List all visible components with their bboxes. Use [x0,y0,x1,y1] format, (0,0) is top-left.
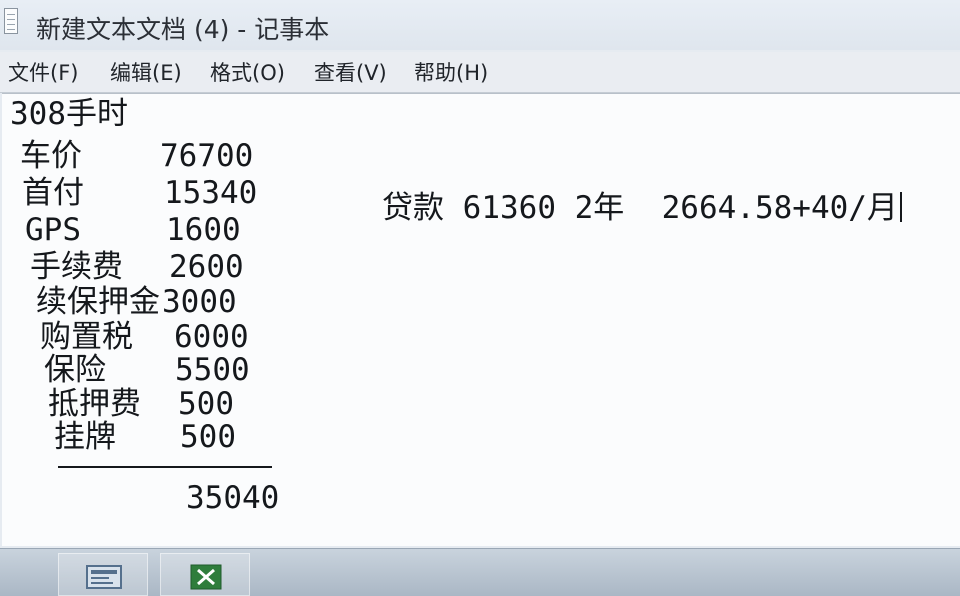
menu-format[interactable]: 格式(O) [210,57,285,87]
window-title: 新建文本文档 (4) - 记事本 [36,15,330,44]
row-plate-label: 挂牌 [54,419,116,455]
total-separator [58,466,272,468]
row-insurance-value: 5500 [175,352,250,388]
taskbar-excel-button[interactable] [160,553,250,596]
row-gps-label: GPS [25,212,81,248]
menu-file[interactable]: 文件(F) [8,57,78,87]
text-editor[interactable]: 308手时 车价 76700 首付 15340 GPS 1600 手续费 260… [2,93,960,546]
row-gps-value: 1600 [166,212,241,248]
row-plate-value: 500 [180,419,236,455]
row-mortgage-label: 抵押费 [48,386,141,422]
row-car-price-value: 76700 [160,138,254,174]
total-value: 35040 [186,480,280,516]
menu-edit[interactable]: 编辑(E) [110,57,182,87]
row-fee-value: 2600 [169,249,244,285]
text-cursor [899,192,902,222]
row-deposit-value: 3000 [162,284,237,320]
taskbar [0,548,960,596]
taskbar-notepad-button[interactable] [58,553,148,596]
row-insurance-label: 保险 [44,352,106,388]
row-car-price-label: 车价 [20,138,82,174]
menu-help[interactable]: 帮助(H) [414,57,488,87]
row-down-payment-value: 15340 [164,175,258,211]
excel-icon [190,564,222,590]
row-deposit-label: 续保押金 [36,284,160,320]
row-tax-value: 6000 [174,319,249,355]
title-bar[interactable]: 新建文本文档 (4) - 记事本 [0,0,960,50]
loan-note: 贷款 61360 2年 2664.58+40/月 [382,192,902,224]
row-mortgage-value: 500 [178,386,234,422]
notepad-window: 新建文本文档 (4) - 记事本 文件(F) 编辑(E) 格式(O) 查看(V)… [0,0,960,548]
notepad-window-icon [86,565,122,589]
row-tax-label: 购置税 [40,319,133,355]
menu-bar: 文件(F) 编辑(E) 格式(O) 查看(V) 帮助(H) [0,52,960,93]
menu-view[interactable]: 查看(V) [314,57,387,87]
row-down-payment-label: 首付 [22,175,84,211]
notepad-icon [4,8,18,34]
row-fee-label: 手续费 [30,249,123,285]
document-header: 308手时 [10,96,128,132]
loan-note-text: 贷款 61360 2年 2664.58+40/月 [382,190,898,226]
